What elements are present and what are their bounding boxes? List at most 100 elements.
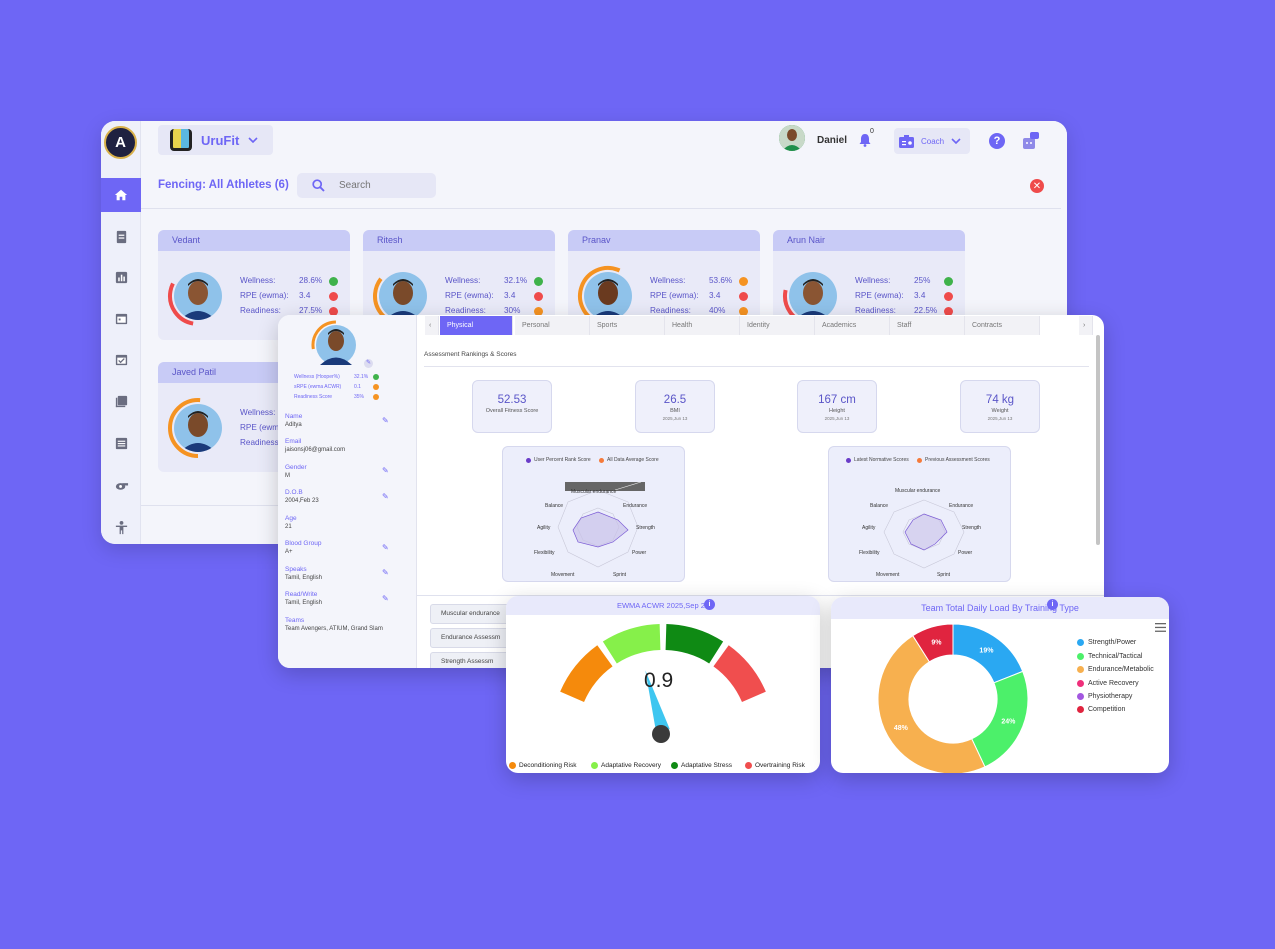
sidebar-item-assessments[interactable] — [107, 222, 135, 250]
clipboard-icon — [116, 230, 126, 243]
field-value: jaisonsj06@gmail.com — [285, 447, 346, 453]
tab-personal[interactable]: Personal — [515, 316, 590, 335]
status-dot — [944, 277, 953, 286]
radar-chart-normative: Latest Normative Scores Previous Assessm… — [828, 446, 1011, 582]
close-button[interactable]: ✕ — [1030, 179, 1044, 193]
tab-scroll-left[interactable]: ‹ — [425, 316, 439, 335]
profile-photo — [311, 320, 361, 370]
legend-item[interactable]: Physiotherapy — [1077, 693, 1132, 700]
library-icon — [115, 395, 127, 407]
sidebar-item-schedule[interactable] — [107, 345, 135, 373]
radar-chart-percent-rank: User Percent Rank Score All Data Average… — [502, 446, 685, 582]
wellness-metric: Wellness: 28.6% — [240, 276, 350, 286]
assessment-row[interactable]: Endurance Assessm — [430, 628, 510, 648]
athlete-photo — [167, 397, 229, 459]
assessment-row[interactable]: Muscular endurance — [430, 604, 510, 624]
tab-physical[interactable]: Physical — [440, 316, 513, 335]
avatar[interactable] — [779, 125, 805, 151]
sidebar-item-physio[interactable] — [107, 513, 135, 541]
app-switcher[interactable]: UruFit — [158, 125, 273, 155]
athlete-name: Arun Nair — [773, 230, 965, 251]
notification-count: 0 — [870, 128, 874, 135]
gauge-band-stress — [665, 624, 724, 664]
wellness-metric: Wellness: 32.1% — [445, 276, 555, 286]
sidebar-item-coaching[interactable] — [107, 471, 135, 499]
slice-label: 24% — [1001, 718, 1016, 725]
sidebar-item-calendar[interactable] — [107, 304, 135, 332]
tab-contracts[interactable]: Contracts — [965, 316, 1040, 335]
tab-academics[interactable]: Academics — [815, 316, 890, 335]
status-dot — [944, 292, 953, 301]
sidebar-item-home[interactable] — [101, 178, 141, 212]
help-icon[interactable]: ? — [989, 133, 1005, 149]
acwr-gauge-card: EWMA ACWR 2025,Sep 26 i 0.9 Deconditioni… — [506, 596, 820, 773]
search-box[interactable] — [297, 173, 436, 198]
sidebar-item-list[interactable] — [107, 429, 135, 457]
legend-item: User Percent Rank Score — [526, 457, 591, 463]
field-value: Tamil, English — [285, 600, 323, 606]
home-icon — [114, 189, 128, 201]
athlete-name: Vedant — [158, 230, 350, 251]
profile-readiness-metric: Readiness Score 35% — [294, 394, 394, 400]
tab-scroll-right[interactable]: › — [1079, 316, 1093, 335]
gauge-band-overtraining — [713, 645, 766, 702]
legend-item: Deconditioning Risk — [509, 762, 576, 769]
field-value: A+ — [285, 549, 293, 555]
edit-photo-icon[interactable]: ✎ — [364, 359, 373, 368]
profile-srpe-metric: sRPE (ewma ACWR) 0.1 — [294, 384, 394, 390]
atium-logo[interactable]: A — [104, 126, 137, 159]
legend-item[interactable]: Endurance/Metabolic — [1077, 666, 1154, 673]
daily-load-card: Team Total Daily Load By Training Type i… — [831, 597, 1169, 773]
readiness-metric: Readiness: 40% — [650, 306, 760, 316]
tab-sports[interactable]: Sports — [590, 316, 665, 335]
edit-icon[interactable]: ✎ — [382, 594, 389, 603]
edit-icon[interactable]: ✎ — [382, 466, 389, 475]
search-input[interactable] — [339, 180, 419, 191]
slice-label: 19% — [979, 647, 994, 654]
edit-icon[interactable]: ✎ — [382, 543, 389, 552]
legend-item[interactable]: Strength/Power — [1077, 639, 1136, 646]
status-dot — [739, 292, 748, 301]
status-dot — [534, 277, 543, 286]
tab-identity[interactable]: Identity — [740, 316, 815, 335]
field-label: D.O.B — [285, 489, 303, 496]
field-label: Age — [285, 515, 297, 522]
stat-card-weight: 74 kg Weight 2025,Jun 13 — [960, 380, 1040, 433]
status-dot — [329, 292, 338, 301]
gauge-band-recovery — [602, 624, 661, 664]
sidebar-item-library[interactable] — [107, 387, 135, 415]
status-dot — [329, 277, 338, 286]
assessment-row[interactable]: Strength Assessm — [430, 652, 510, 668]
legend-item: Overtraining Risk — [745, 762, 805, 769]
legend-item[interactable]: Technical/Tactical — [1077, 653, 1142, 660]
donut-slice[interactable] — [971, 670, 1029, 768]
scrollbar[interactable] — [1096, 335, 1100, 545]
calendar-check-icon — [115, 354, 127, 365]
stat-card-fitness: 52.53 Overall Fitness Score — [472, 380, 552, 433]
sidebar-item-reports[interactable] — [107, 263, 135, 291]
badge-icon — [899, 134, 914, 148]
athlete-name: Pranav — [568, 230, 760, 251]
field-value: M — [285, 473, 290, 479]
tab-staff[interactable]: Staff — [890, 316, 965, 335]
readiness-metric: Readiness: 22.5% — [855, 306, 965, 316]
legend-item[interactable]: Competition — [1077, 706, 1125, 713]
wellness-metric: Wellness: 53.6% — [650, 276, 760, 286]
profile-wellness-metric: Wellness (Hooper%) 32.1% — [294, 374, 394, 380]
edit-icon[interactable]: ✎ — [382, 492, 389, 501]
edit-icon[interactable]: ✎ — [382, 416, 389, 425]
menu-icon[interactable] — [1155, 623, 1166, 632]
stat-card-height: 167 cm Height 2025,Jun 13 — [797, 380, 877, 433]
field-label: Read/Write — [285, 591, 318, 598]
edit-icon[interactable]: ✎ — [382, 568, 389, 577]
gauge-band-deconditioning — [560, 645, 613, 702]
list-icon — [115, 437, 127, 449]
person-icon — [115, 520, 127, 534]
legend-item[interactable]: Active Recovery — [1077, 680, 1139, 687]
user-name[interactable]: Daniel — [817, 135, 847, 146]
readiness-metric: Readiness: 30% — [445, 306, 555, 316]
support-chat-icon[interactable] — [1021, 131, 1041, 151]
tab-health[interactable]: Health — [665, 316, 740, 335]
section-title: Assessment Rankings & Scores — [424, 351, 517, 358]
role-switcher[interactable]: Coach — [894, 128, 970, 154]
